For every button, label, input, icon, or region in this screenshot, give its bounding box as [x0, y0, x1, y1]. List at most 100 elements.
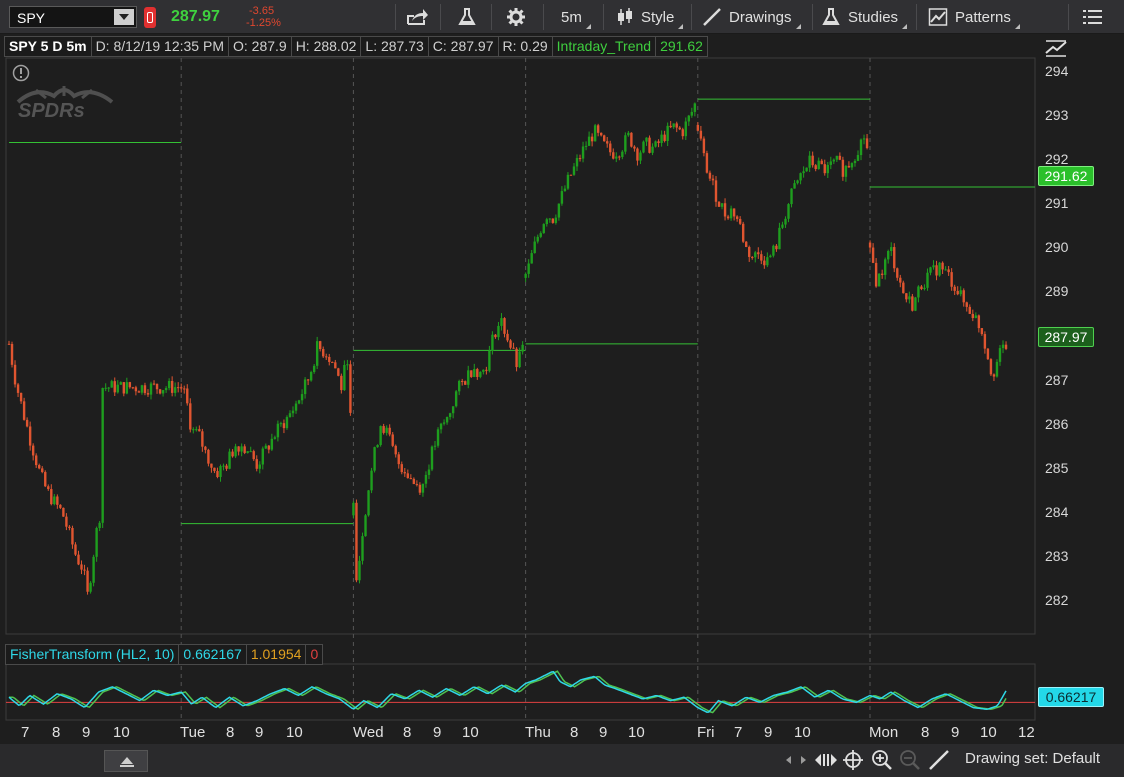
candle-body — [980, 328, 984, 335]
crosshair-icon[interactable] — [842, 749, 864, 771]
time-tick: Fri — [697, 724, 715, 741]
last-price-tag: 287.97 — [1038, 327, 1094, 347]
candle-body — [170, 380, 174, 393]
candle-body — [657, 141, 660, 144]
price-tick: 290 — [1045, 239, 1069, 255]
bar-low: L: 287.73 — [360, 36, 428, 57]
drawing-set-selector[interactable]: Drawing set: Default — [965, 750, 1100, 767]
menu-button[interactable] — [1083, 0, 1103, 34]
candle-body — [527, 263, 530, 274]
candle-body — [34, 455, 38, 466]
fisher-value-tag: 0.66217 — [1038, 687, 1104, 707]
candle-body — [844, 165, 848, 177]
candle-body — [506, 333, 509, 341]
price-chart[interactable] — [0, 34, 1124, 744]
last-price: 287.97 — [171, 8, 220, 25]
alert-icon[interactable] — [144, 7, 156, 28]
fisher-study-name[interactable]: FisherTransform (HL2, 10) — [5, 644, 179, 665]
candle-body — [723, 203, 727, 217]
candle-body — [343, 364, 346, 391]
share-button[interactable] — [406, 0, 428, 34]
candle-body — [751, 256, 754, 258]
dropdown-corner-icon — [678, 24, 684, 29]
expand-horizontal-icon[interactable] — [814, 749, 838, 771]
zoom-out-icon[interactable] — [899, 749, 921, 771]
price-tick: 285 — [1045, 460, 1069, 476]
flask-button[interactable] — [457, 0, 477, 34]
candle-body — [358, 560, 361, 581]
candle-body — [38, 465, 41, 469]
study-name[interactable]: Intraday_Trend — [551, 36, 656, 57]
chart-scale-icon[interactable] — [1044, 37, 1070, 59]
candle-body — [793, 183, 796, 189]
candle-body — [781, 224, 784, 228]
candle-body — [427, 469, 431, 475]
candle-body — [346, 364, 349, 366]
drawings-button[interactable]: Drawings — [702, 0, 801, 34]
price-tick: 289 — [1045, 283, 1069, 299]
candle-body — [923, 287, 926, 290]
fisher-value: 0.662167 — [178, 644, 246, 665]
candle-body — [835, 155, 839, 160]
candle-body — [297, 400, 301, 404]
price-pane[interactable] — [5, 57, 1036, 635]
candle-body — [784, 218, 787, 225]
candle-body — [89, 582, 92, 592]
candle-body — [663, 134, 666, 141]
candle-body — [944, 269, 947, 271]
style-label: Style — [641, 8, 675, 26]
candle-body — [210, 463, 213, 468]
collapse-panel-button[interactable] — [104, 750, 148, 772]
candle-body — [684, 121, 687, 137]
time-tick: 9 — [599, 724, 608, 741]
patterns-label: Patterns — [955, 8, 1011, 26]
price-tick: 292 — [1045, 151, 1069, 167]
candle-body — [282, 423, 286, 429]
candle-body — [406, 473, 410, 479]
style-button[interactable]: Style — [616, 0, 684, 34]
candle-body — [639, 152, 642, 161]
dropdown-corner-icon — [795, 24, 801, 29]
drawing-pencil-icon[interactable] — [928, 749, 950, 771]
candle-body — [826, 164, 829, 174]
candle-body — [811, 155, 814, 166]
candle-body — [947, 269, 950, 273]
zoom-in-icon[interactable] — [871, 749, 893, 771]
price-tick: 284 — [1045, 504, 1069, 520]
info-icon[interactable] — [12, 64, 30, 82]
bar-close: C: 287.97 — [427, 36, 498, 57]
settings-button[interactable] — [506, 0, 526, 34]
candle-body — [666, 125, 669, 141]
candle-body — [675, 123, 678, 128]
time-tick: 7 — [734, 724, 743, 741]
hamburger-menu-icon — [1083, 10, 1102, 24]
aggregation-button[interactable]: 5m — [561, 0, 591, 34]
candle-body — [962, 290, 965, 303]
candle-body — [273, 437, 277, 439]
studies-button[interactable]: Studies — [821, 0, 908, 34]
candle-body — [775, 245, 778, 250]
candle-body — [790, 188, 793, 205]
candle-body — [539, 233, 542, 237]
toolbar-divider — [603, 4, 604, 30]
candle-body — [180, 387, 183, 389]
candle-body — [609, 143, 612, 153]
candle-body — [992, 374, 996, 377]
symbol-selector[interactable]: SPY — [9, 6, 137, 28]
patterns-button[interactable]: Patterns — [928, 0, 1020, 34]
scroll-left-icon[interactable] — [782, 749, 794, 771]
candle-body — [530, 253, 533, 264]
candle-body — [352, 502, 355, 516]
candle-body — [760, 254, 763, 261]
candle-body — [104, 387, 107, 389]
scroll-right-icon[interactable] — [798, 749, 810, 771]
candle-body — [865, 138, 869, 149]
candle-body — [763, 260, 766, 266]
price-tick: 287 — [1045, 372, 1069, 388]
candle-body — [820, 160, 823, 165]
candle-body — [86, 570, 89, 592]
candle-body — [766, 257, 769, 266]
fisher-signal-value: 1.01954 — [245, 644, 306, 665]
symbol-dropdown-button[interactable] — [114, 9, 134, 25]
studies-flask-icon — [822, 8, 840, 25]
